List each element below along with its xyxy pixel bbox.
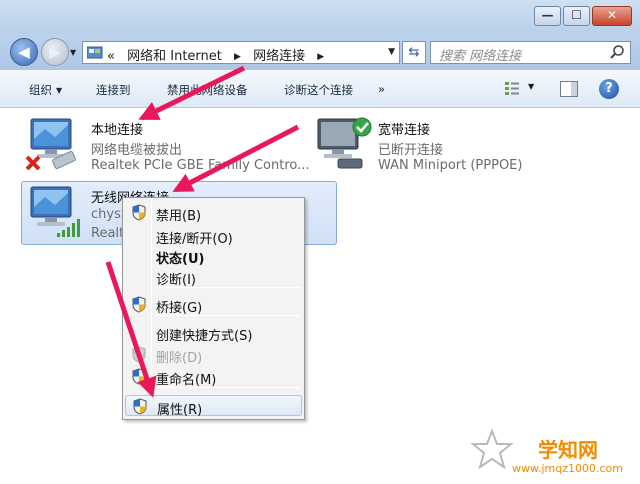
address-dropdown-icon[interactable]: ▼ bbox=[388, 47, 395, 57]
refresh-icon: ⇆ bbox=[408, 45, 420, 60]
diagnose-connection-button[interactable]: 诊断这个连接 bbox=[284, 82, 353, 98]
minimize-button[interactable]: — bbox=[534, 6, 561, 26]
menu-item: 删除(D) bbox=[125, 344, 302, 366]
menu-separator bbox=[154, 387, 300, 388]
connection-status: 网络电缆被拔出 bbox=[91, 143, 183, 158]
broadband-connected-icon bbox=[317, 117, 372, 169]
disable-device-button[interactable]: 禁用此网络设备 bbox=[167, 82, 248, 98]
maximize-icon: ☐ bbox=[571, 8, 582, 22]
connection-name: 本地连接 bbox=[91, 123, 144, 138]
breadcrumb-separator-icon[interactable]: ▶ bbox=[234, 52, 241, 62]
change-view-icon[interactable] bbox=[504, 81, 520, 97]
control-panel-icon bbox=[87, 46, 103, 59]
search-input[interactable]: 搜索 网络连接 bbox=[430, 41, 631, 64]
search-placeholder: 搜索 网络连接 bbox=[439, 49, 522, 64]
close-button[interactable]: ✕ bbox=[592, 6, 632, 26]
chevron-down-icon: ▼ bbox=[56, 86, 63, 95]
watermark-site: www.jmqz1000.com bbox=[512, 462, 623, 475]
menu-item[interactable]: 创建快捷方式(S) bbox=[125, 322, 302, 344]
organize-menu[interactable]: 组织 ▼ bbox=[29, 82, 62, 98]
context-menu: 禁用(B) 连接/断开(O) 状态(U) 诊断(I) 桥接(G) 创建快捷方式(S) 删除(… bbox=[122, 197, 305, 420]
menu-item[interactable]: 状态(U) bbox=[125, 245, 302, 267]
breadcrumb-network-internet[interactable]: 网络和 Internet bbox=[127, 49, 222, 64]
uac-shield-icon bbox=[132, 346, 146, 363]
breadcrumb-network-connections[interactable]: 网络连接 bbox=[253, 49, 305, 64]
menu-item-label: 重命名(M) bbox=[156, 373, 217, 388]
menu-item-label: 桥接(G) bbox=[156, 301, 203, 316]
breadcrumb: « 网络和 Internet ▶ 网络连接 ▶ bbox=[107, 45, 332, 64]
menu-item[interactable]: 属性(R) bbox=[125, 395, 302, 418]
connection-status: 已断开连接 bbox=[378, 143, 444, 158]
watermark: 学知网 www.jmqz1000.com bbox=[470, 428, 640, 484]
menu-item[interactable]: 连接/断开(O) bbox=[125, 225, 302, 247]
menu-item[interactable]: 禁用(B) bbox=[125, 202, 302, 224]
connect-to-button[interactable]: 连接到 bbox=[96, 82, 131, 98]
connection-name: 宽带连接 bbox=[378, 123, 431, 138]
more-commands-button[interactable]: » bbox=[378, 82, 385, 96]
menu-item-label: 状态(U) bbox=[156, 252, 205, 267]
window-controls: — ☐ ✕ bbox=[532, 6, 632, 26]
forward-arrow-icon: ▶ bbox=[49, 43, 61, 61]
menu-item-label: 创建快捷方式(S) bbox=[156, 329, 253, 344]
help-icon[interactable]: ? bbox=[599, 79, 619, 99]
menu-item-label: 属性(R) bbox=[157, 403, 203, 418]
uac-shield-icon bbox=[132, 296, 146, 313]
menu-separator bbox=[154, 315, 300, 316]
menu-item-label: 诊断(I) bbox=[156, 273, 196, 288]
navigation-bar: ◀ ▶ ▼ « 网络和 Internet ▶ 网络连接 ▶ ▼ ⇆ 搜索 网络连… bbox=[0, 34, 640, 70]
menu-item-label: 禁用(B) bbox=[156, 209, 202, 224]
preview-pane-button[interactable] bbox=[560, 81, 578, 97]
address-bar[interactable]: « 网络和 Internet ▶ 网络连接 ▶ ▼ bbox=[82, 41, 400, 64]
connection-device: Realtek PCIe GBE Family Contro... bbox=[91, 158, 310, 173]
menu-item[interactable]: 桥接(G) bbox=[125, 294, 302, 316]
connection-device: WAN Miniport (PPPOE) bbox=[378, 158, 523, 173]
view-options-chevron-icon[interactable]: ▼ bbox=[528, 82, 534, 91]
search-icon[interactable] bbox=[609, 44, 625, 60]
breadcrumb-separator-icon[interactable]: ▶ bbox=[317, 52, 324, 62]
close-icon: ✕ bbox=[606, 8, 618, 22]
back-button[interactable]: ◀ bbox=[10, 38, 38, 66]
forward-button[interactable]: ▶ bbox=[41, 38, 69, 66]
watermark-brand: 学知网 bbox=[538, 438, 598, 462]
uac-shield-icon bbox=[132, 204, 146, 221]
menu-item[interactable]: 重命名(M) bbox=[125, 366, 302, 388]
star-logo-icon bbox=[470, 428, 514, 470]
wired-disconnected-icon bbox=[25, 118, 76, 171]
organize-label: 组织 bbox=[29, 83, 52, 97]
maximize-button[interactable]: ☐ bbox=[563, 6, 590, 26]
menu-item[interactable]: 诊断(I) bbox=[125, 266, 302, 288]
menu-separator bbox=[154, 287, 300, 288]
command-bar: 组织 ▼ 连接到 禁用此网络设备 诊断这个连接 » ▼ ? bbox=[0, 70, 640, 108]
title-bar: — ☐ ✕ bbox=[0, 0, 640, 34]
back-arrow-icon: ◀ bbox=[18, 43, 30, 61]
uac-shield-icon bbox=[132, 368, 146, 385]
recent-pages-dropdown[interactable]: ▼ bbox=[70, 48, 76, 57]
wireless-icon bbox=[30, 186, 80, 237]
minimize-icon: — bbox=[541, 8, 554, 22]
uac-shield-icon bbox=[133, 398, 147, 415]
refresh-button[interactable]: ⇆ bbox=[402, 41, 426, 64]
menu-item-label: 删除(D) bbox=[156, 351, 203, 366]
breadcrumb-overflow[interactable]: « bbox=[107, 49, 115, 64]
